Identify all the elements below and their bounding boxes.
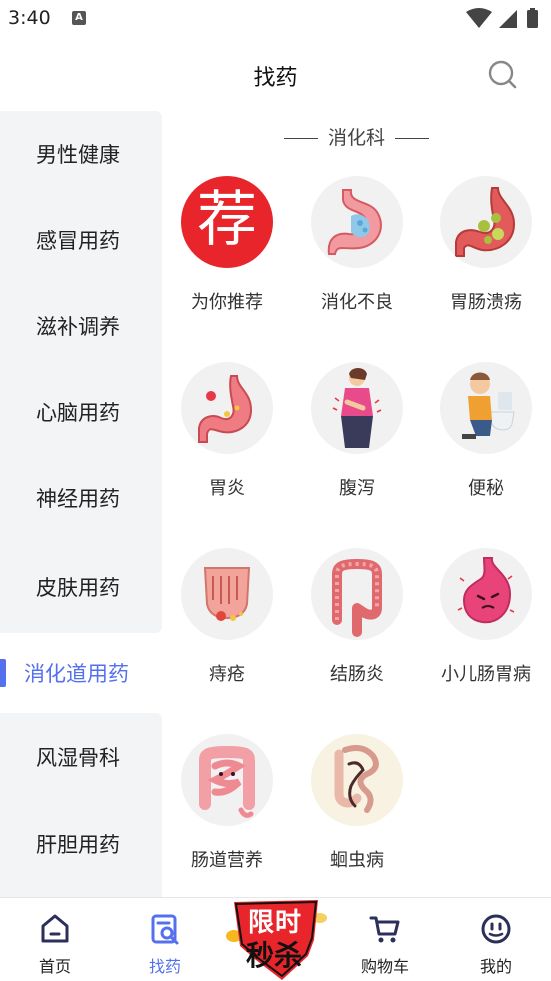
category-label: 为你推荐	[191, 292, 263, 313]
category-label: 胃肠溃疡	[450, 292, 522, 313]
category-content: 消化科 荐 为你推荐 消化不良 胃肠溃疡 胃炎 腹泻 便秘 痔疮 结肠炎 小儿肠…	[162, 111, 551, 898]
worm-icon	[311, 734, 403, 826]
sidebar-item-label: 滋补调养	[36, 315, 120, 339]
sidebar-item-liver[interactable]: 肝胆用药	[0, 801, 162, 898]
recommend-glyph: 荐	[197, 185, 257, 255]
category-label: 腹泻	[339, 478, 375, 499]
category-diarrhea[interactable]: 腹泻	[292, 362, 422, 512]
tab-cart[interactable]: 购物车	[330, 898, 440, 981]
tab-home[interactable]: 首页	[0, 898, 110, 981]
flash-sale-line2: 秒杀	[246, 939, 303, 972]
gastritis-icon	[181, 362, 273, 454]
divider	[283, 138, 318, 139]
wifi-icon	[466, 8, 492, 28]
stomach-icon	[311, 176, 403, 268]
sidebar-item-tonic[interactable]: 滋补调养	[0, 283, 162, 369]
ulcer-stomach-icon	[440, 176, 532, 268]
status-bar: 3:40 A	[0, 0, 551, 38]
tab-label: 我的	[479, 957, 512, 976]
status-icons	[466, 8, 538, 28]
tab-find-medicine[interactable]: 找药	[110, 898, 220, 981]
sidebar-item-label: 神经用药	[36, 487, 120, 511]
intestine-icon	[181, 734, 273, 826]
category-indigestion[interactable]: 消化不良	[292, 176, 422, 326]
sidebar-item-label: 肝胆用药	[36, 833, 120, 857]
signal-icon	[499, 10, 517, 28]
section-title-text: 消化科	[327, 127, 385, 149]
sidebar-item-label: 感冒用药	[36, 229, 120, 253]
sidebar-item-label: 男性健康	[36, 143, 120, 167]
hemorrhoid-icon	[181, 548, 273, 640]
category-label: 胃炎	[209, 478, 245, 499]
section-title: 消化科	[162, 123, 551, 150]
sidebar-item-label: 消化道用药	[24, 662, 129, 686]
tab-label: 首页	[38, 957, 71, 976]
category-ascariasis[interactable]: 蛔虫病	[292, 734, 422, 884]
battery-icon	[527, 10, 538, 28]
diarrhea-icon	[311, 362, 403, 454]
sidebar-item-label: 心脑用药	[36, 401, 120, 425]
home-icon	[41, 914, 69, 943]
category-label: 消化不良	[321, 292, 393, 313]
flash-sale-button[interactable]: 限时 秒杀	[222, 896, 332, 981]
page-title: 找药	[253, 66, 298, 91]
divider	[395, 138, 429, 139]
category-constipation[interactable]: 便秘	[421, 362, 551, 512]
category-label: 小儿肠胃病	[441, 664, 531, 685]
sidebar-item-label: 皮肤用药	[36, 576, 120, 600]
constipation-icon	[440, 362, 532, 454]
category-intestine-nutrition[interactable]: 肠道营养	[162, 734, 292, 884]
notification-icon: A	[72, 11, 86, 25]
category-child-stomach[interactable]: 小儿肠胃病	[421, 548, 551, 698]
category-label: 便秘	[468, 478, 504, 499]
colon-icon	[311, 548, 403, 640]
sidebar-item-cold[interactable]: 感冒用药	[0, 197, 162, 283]
profile-icon	[481, 914, 511, 944]
sidebar-item-mens-health[interactable]: 男性健康	[0, 111, 162, 197]
search-icon[interactable]	[486, 58, 518, 90]
category-label: 肠道营养	[191, 850, 263, 871]
cart-icon	[369, 916, 400, 943]
sidebar-item-neuro[interactable]: 神经用药	[0, 455, 162, 541]
category-label: 痔疮	[209, 664, 245, 685]
category-hemorrhoid[interactable]: 痔疮	[162, 548, 292, 698]
tab-profile[interactable]: 我的	[441, 898, 551, 981]
category-label: 蛔虫病	[330, 850, 384, 871]
tab-label: 找药	[148, 957, 181, 976]
category-ulcer[interactable]: 胃肠溃疡	[421, 176, 551, 326]
sidebar-item-digestive[interactable]: 消化道用药	[0, 633, 162, 713]
sidebar-item-rheumatism[interactable]: 风湿骨科	[0, 713, 162, 801]
category-sidebar: 男性健康 感冒用药 滋补调养 心脑用药 神经用药 皮肤用药 消化道用药 风湿骨科…	[0, 111, 162, 898]
sidebar-item-label: 风湿骨科	[36, 746, 120, 770]
header: 找药	[0, 38, 551, 110]
category-gastritis[interactable]: 胃炎	[162, 362, 292, 512]
status-time: 3:40	[8, 7, 51, 29]
find-medicine-icon	[151, 914, 179, 945]
recommend-icon: 荐	[181, 176, 273, 268]
child-stomach-icon	[440, 548, 532, 640]
category-recommend[interactable]: 荐 为你推荐	[162, 176, 292, 326]
active-indicator	[0, 659, 6, 687]
sidebar-item-cardio[interactable]: 心脑用药	[0, 369, 162, 455]
category-label: 结肠炎	[330, 664, 384, 685]
category-colitis[interactable]: 结肠炎	[292, 548, 422, 698]
tab-label: 购物车	[360, 957, 409, 976]
sidebar-item-skin[interactable]: 皮肤用药	[0, 541, 162, 633]
